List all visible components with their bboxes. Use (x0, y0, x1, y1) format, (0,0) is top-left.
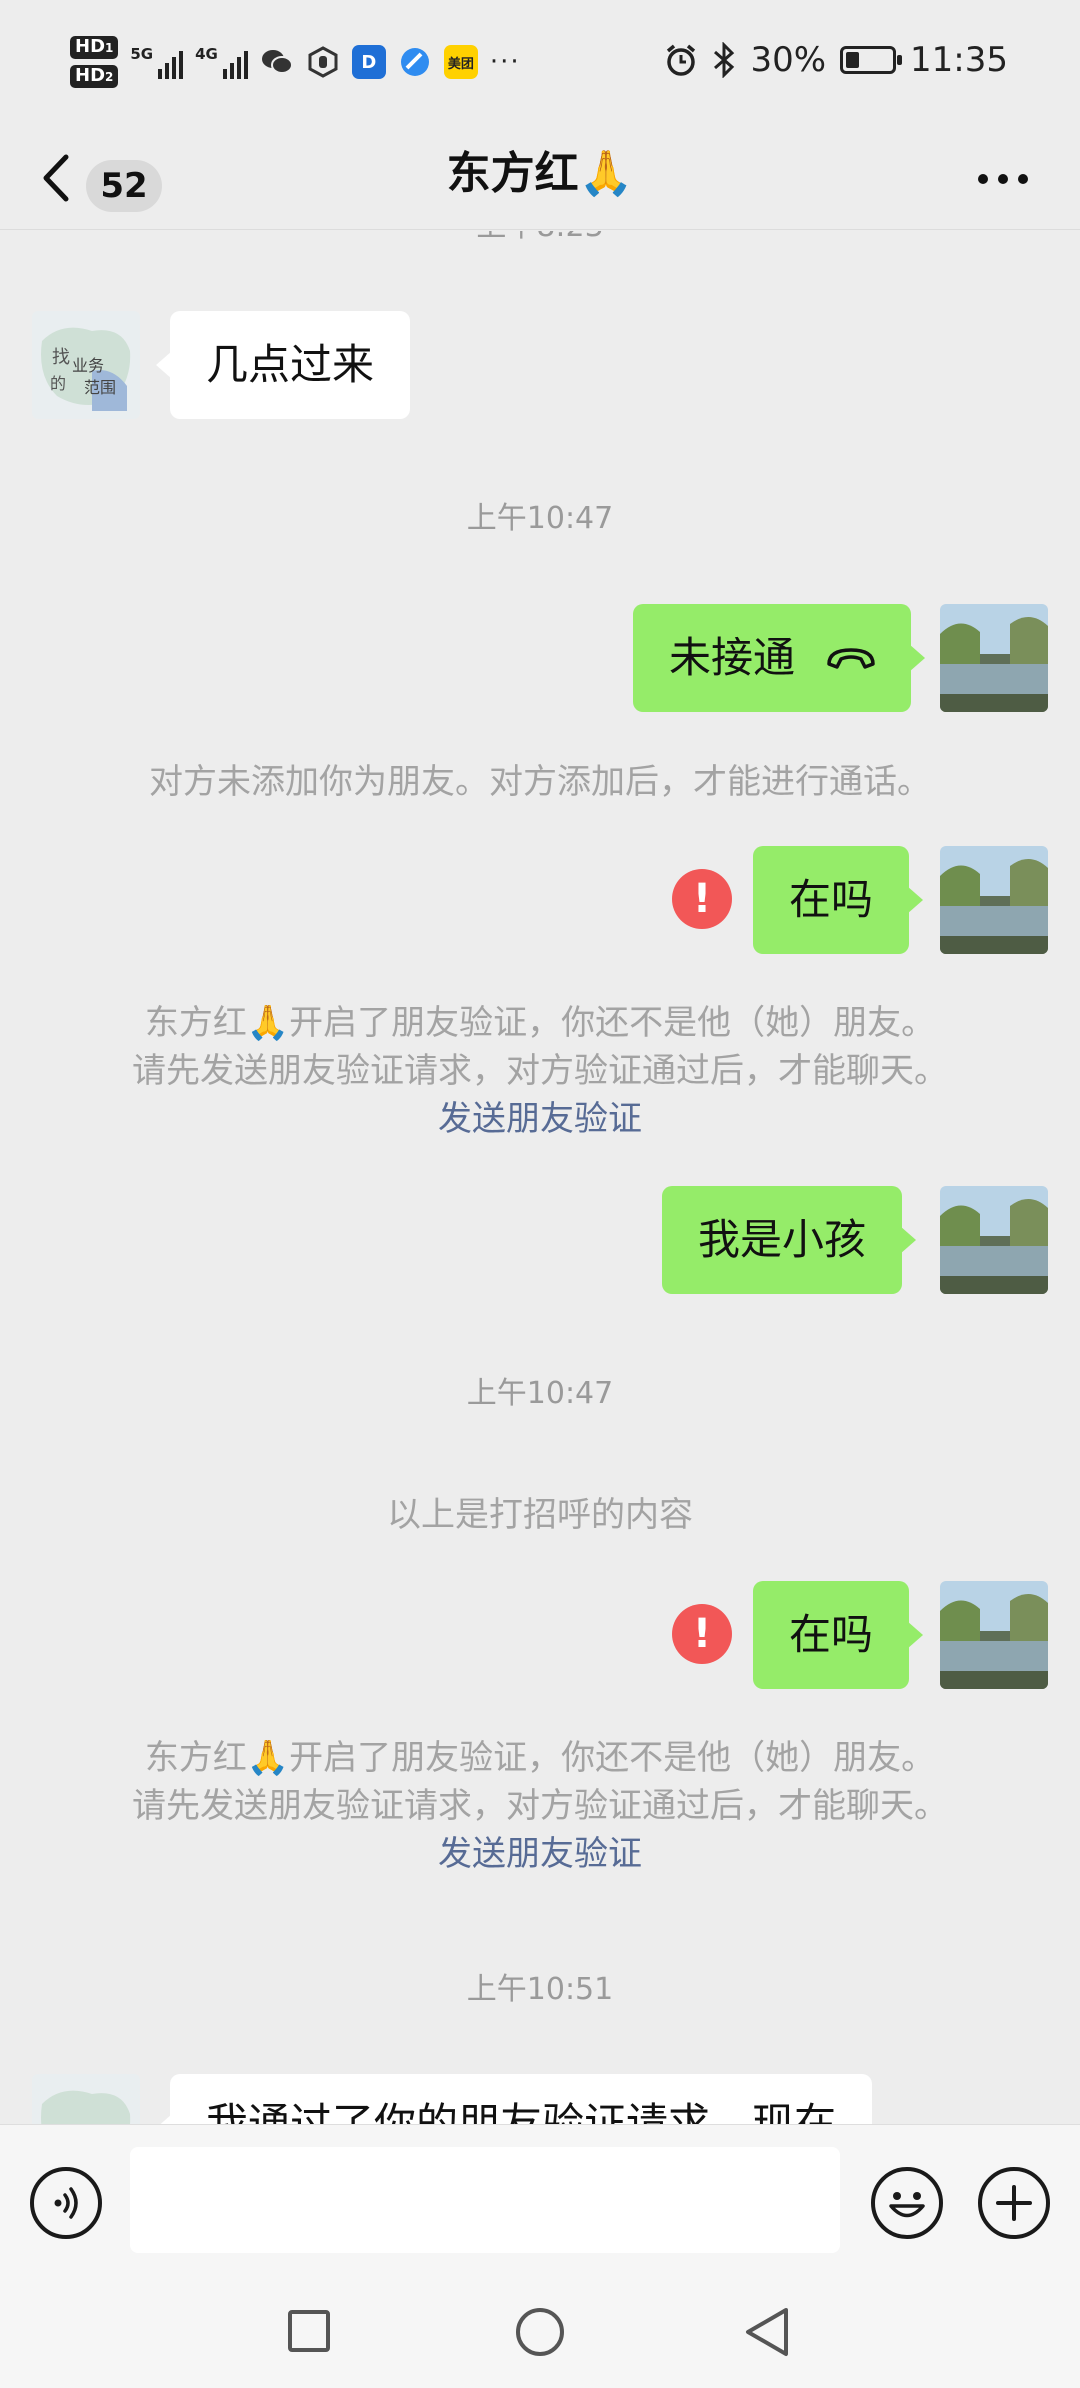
timestamp-cutoff: 上午8:23 (0, 231, 1080, 247)
friend-verification-notice: 东方红🙏开启了朋友验证，你还不是他（她）朋友。 请先发送朋友验证请求，对方验证通… (0, 999, 1080, 1143)
send-verification-link[interactable]: 发送朋友验证 (0, 1095, 1080, 1143)
wechat-notification-icon (260, 45, 294, 79)
input-bar (0, 2124, 1080, 2280)
outgoing-message-bubble[interactable]: 在吗 (753, 846, 924, 954)
phone-hangup-icon (827, 648, 875, 669)
svg-text:的: 的 (50, 374, 66, 393)
incoming-message-bubble[interactable]: 我通过了你的朋友验证请求，现在 (155, 2074, 873, 2124)
voice-input-icon (54, 2187, 78, 2219)
svg-text:找: 找 (52, 347, 70, 368)
notice-line-2: 请先发送朋友验证请求，对方验证通过后，才能聊天。 (132, 1051, 948, 1091)
chat-title: 东方红🙏 (446, 148, 634, 199)
message-list[interactable]: 上午8:23 找业务范围的 几点过来 上午10:47 未接通 对方未添加你为朋友… (0, 231, 1080, 2124)
meituan-icon: 美团 (443, 45, 478, 79)
chat-header: 52 东方红🙏 (0, 130, 1080, 230)
more-notifications-indicator: ··· (489, 47, 521, 77)
my-avatar[interactable] (940, 1581, 1048, 1689)
status-right-group: 30% 11:35 (664, 40, 1008, 80)
send-failed-icon[interactable]: ! (672, 869, 732, 929)
outgoing-message-bubble[interactable]: 在吗 (753, 1581, 924, 1689)
outgoing-message-bubble[interactable]: 我是小孩 (662, 1186, 917, 1294)
more-dot (998, 174, 1008, 184)
battery-percent: 30% (750, 40, 827, 80)
my-avatar[interactable] (940, 604, 1048, 712)
hand-notification-icon (306, 45, 340, 79)
hd1-indicator: HD1 (70, 36, 119, 59)
app-d-icon: D (351, 45, 386, 79)
friend-verification-notice: 东方红🙏开启了朋友验证，你还不是他（她）朋友。 请先发送朋友验证请求，对方验证通… (0, 1734, 1080, 1878)
svg-text:范围: 范围 (84, 378, 116, 397)
my-avatar[interactable] (940, 1186, 1048, 1294)
notice-line-1: 东方红🙏开启了朋友验证，你还不是他（她）朋友。 (144, 1003, 936, 1043)
timestamp: 上午10:47 (466, 501, 614, 536)
plus-icon (996, 2185, 1032, 2221)
svg-text:业务: 业务 (72, 356, 104, 375)
system-nav-bar (0, 2280, 1080, 2388)
clock: 11:35 (910, 40, 1008, 80)
more-dot (978, 174, 988, 184)
hd-indicators: HD1 HD2 (70, 36, 119, 88)
emoji-button[interactable] (871, 2167, 943, 2239)
battery-icon (840, 46, 903, 74)
notice-line-2: 请先发送朋友验证请求，对方验证通过后，才能聊天。 (132, 1786, 948, 1826)
bluetooth-icon (714, 42, 735, 78)
battery-fill (846, 52, 860, 68)
back-nav-button[interactable] (742, 2304, 792, 2360)
missed-call-label: 未接通 (669, 633, 796, 682)
timestamp: 上午10:51 (466, 1972, 614, 2007)
more-actions-button[interactable] (978, 2167, 1050, 2239)
send-failed-icon[interactable]: ! (672, 1604, 732, 1664)
browser-icon (398, 45, 432, 79)
more-button[interactable] (978, 174, 1028, 184)
hd2-indicator: HD2 (70, 65, 119, 88)
send-verification-link[interactable]: 发送朋友验证 (0, 1830, 1080, 1878)
timestamp: 上午10:47 (466, 1376, 614, 1411)
home-button[interactable] (516, 2308, 564, 2356)
signal-4g-icon: 4G (195, 45, 248, 79)
greeting-notice: 以上是打招呼的内容 (387, 1495, 693, 1535)
contact-avatar[interactable] (32, 2074, 140, 2124)
more-dot (1018, 174, 1028, 184)
status-bar: HD1 HD2 5G 4G D 美团 ··· 30% 11:35 (0, 0, 1080, 130)
notice-line-1: 东方红🙏开启了朋友验证，你还不是他（她）朋友。 (144, 1738, 936, 1778)
my-avatar[interactable] (940, 846, 1048, 954)
emoji-icon (889, 2192, 925, 2218)
recents-button[interactable] (288, 2310, 330, 2352)
voice-input-button[interactable] (30, 2167, 102, 2239)
alarm-icon (667, 44, 696, 76)
status-left-group: HD1 HD2 5G 4G D 美团 ··· (70, 36, 521, 88)
missed-call-bubble[interactable]: 未接通 (633, 604, 925, 712)
contact-avatar[interactable]: 找业务范围的 (32, 311, 140, 419)
incoming-message-bubble[interactable]: 几点过来 (155, 311, 411, 419)
signal-5g-icon: 5G (130, 45, 184, 79)
system-notice: 对方未添加你为朋友。对方添加后，才能进行通话。 (149, 762, 931, 802)
message-input[interactable] (130, 2147, 840, 2253)
